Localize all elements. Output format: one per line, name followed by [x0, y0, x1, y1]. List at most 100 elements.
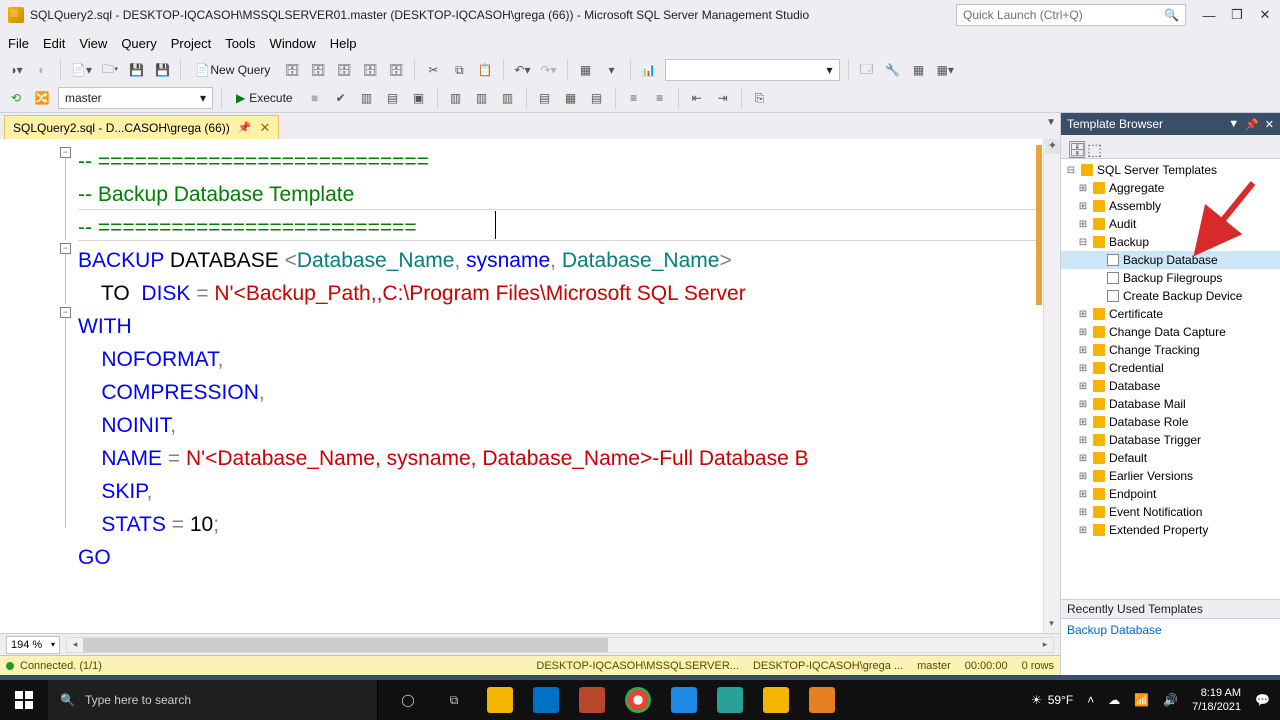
estimated-plan-icon[interactable]: ▥: [357, 87, 377, 109]
panel-pin-icon[interactable]: 📌: [1245, 118, 1259, 131]
quick-launch-input[interactable]: Quick Launch (Ctrl+Q) 🔍: [956, 4, 1186, 26]
menu-tools[interactable]: Tools: [225, 36, 255, 51]
properties-icon[interactable]: ▦: [576, 59, 596, 81]
menu-view[interactable]: View: [79, 36, 107, 51]
template-browser-icon[interactable]: ▦: [909, 59, 929, 81]
fold-toggle[interactable]: −: [60, 147, 71, 158]
onedrive-icon[interactable]: ☁: [1108, 693, 1120, 707]
taskbar-search[interactable]: 🔍 Type here to search: [48, 680, 378, 720]
new-item-button[interactable]: 📄▾: [69, 59, 94, 81]
tree-folder[interactable]: ⊞Database: [1061, 377, 1280, 395]
app-icon[interactable]: [802, 680, 842, 720]
new-query-button[interactable]: 📄 New Query: [189, 59, 276, 81]
redo-button[interactable]: ↷▾: [538, 59, 558, 81]
dmx-query-icon[interactable]: 🗄: [360, 59, 380, 81]
tree-folder[interactable]: ⊞Assembly: [1061, 197, 1280, 215]
query-options-icon[interactable]: ▤: [383, 87, 403, 109]
uncomment-icon[interactable]: ≡: [650, 87, 670, 109]
weather-widget[interactable]: ☀59°F: [1031, 693, 1073, 707]
tree-folder-backup[interactable]: ⊟Backup: [1061, 233, 1280, 251]
minimize-button[interactable]: —: [1202, 8, 1216, 22]
clock[interactable]: 8:19 AM7/18/2021: [1192, 686, 1241, 714]
task-view-icon[interactable]: ◯: [388, 680, 428, 720]
menu-query[interactable]: Query: [121, 36, 156, 51]
menu-edit[interactable]: Edit: [43, 36, 65, 51]
results-to-file-icon[interactable]: ▤: [587, 87, 607, 109]
tree-folder[interactable]: ⊞Change Tracking: [1061, 341, 1280, 359]
paste-button[interactable]: 📋: [475, 59, 495, 81]
tree-folder[interactable]: ⊞Database Trigger: [1061, 431, 1280, 449]
client-stats-icon[interactable]: ▥: [498, 87, 518, 109]
fold-toggle[interactable]: −: [60, 243, 71, 254]
undo-button[interactable]: ↶▾: [512, 59, 532, 81]
panel-menu-icon[interactable]: ▼: [1228, 118, 1239, 130]
intellisense-icon[interactable]: ▣: [409, 87, 429, 109]
database-combo[interactable]: master▾: [58, 87, 213, 109]
tree-item-backup-database[interactable]: Backup Database: [1061, 251, 1280, 269]
tab-close-icon[interactable]: ✕: [259, 120, 270, 136]
increase-indent-icon[interactable]: ⇥: [713, 87, 733, 109]
wifi-icon[interactable]: 📶: [1134, 693, 1149, 707]
code-editor[interactable]: − − − -- =========================== -- …: [0, 139, 1060, 633]
as-query-icon[interactable]: 🗄: [308, 59, 328, 81]
include-actual-plan-icon[interactable]: ▥: [446, 87, 466, 109]
tree-folder[interactable]: ⊞Database Role: [1061, 413, 1280, 431]
parse-button[interactable]: ✔: [331, 87, 351, 109]
open-item-button[interactable]: 🗀▾: [100, 59, 120, 81]
copy-button[interactable]: ⧉: [449, 59, 469, 81]
tree-folder[interactable]: ⊞Database Mail: [1061, 395, 1280, 413]
menu-help[interactable]: Help: [330, 36, 357, 51]
as-templates-icon[interactable]: ⬚: [1087, 140, 1101, 154]
tree-folder[interactable]: ⊞Default: [1061, 449, 1280, 467]
execute-button[interactable]: ▶ Execute: [230, 87, 299, 109]
activity-monitor-icon[interactable]: 📊: [639, 59, 659, 81]
comment-icon[interactable]: ≡: [624, 87, 644, 109]
panel-close-icon[interactable]: ✕: [1265, 118, 1274, 131]
menu-window[interactable]: Window: [270, 36, 316, 51]
object-explorer-icon[interactable]: 🗔: [857, 59, 877, 81]
chrome-icon[interactable]: [618, 680, 658, 720]
close-button[interactable]: ✕: [1258, 8, 1272, 22]
specify-values-icon[interactable]: ⎘: [750, 87, 770, 109]
tree-folder[interactable]: ⊞Credential: [1061, 359, 1280, 377]
nav-back-button[interactable]: ◑▾: [6, 59, 26, 81]
db-templates-icon[interactable]: 🗄: [1067, 140, 1081, 154]
xmla-query-icon[interactable]: 🗄: [386, 59, 406, 81]
tab-sqlquery2[interactable]: SQLQuery2.sql - D...CASOH\grega (66)) 📌 …: [4, 115, 279, 139]
task-view-icon[interactable]: ⧉: [434, 680, 474, 720]
volume-icon[interactable]: 🔊: [1163, 693, 1178, 707]
explorer-icon[interactable]: [480, 680, 520, 720]
pin-icon[interactable]: 📌: [238, 121, 252, 134]
start-button[interactable]: [0, 680, 48, 720]
mdx-query-icon[interactable]: 🗄: [334, 59, 354, 81]
zoom-combo[interactable]: 194 %▾: [6, 636, 60, 654]
tree-folder[interactable]: ⊞Endpoint: [1061, 485, 1280, 503]
tree-folder[interactable]: ⊞Audit: [1061, 215, 1280, 233]
powerpoint-icon[interactable]: [572, 680, 612, 720]
available-db-icon[interactable]: 🔀: [32, 87, 52, 109]
solution-combo[interactable]: ▾: [665, 59, 840, 81]
ssms-taskbar-icon[interactable]: [756, 680, 796, 720]
results-to-grid-icon[interactable]: ▦: [561, 87, 581, 109]
tree-root[interactable]: ⊟SQL Server Templates: [1061, 161, 1280, 179]
registered-servers-icon[interactable]: 🔧: [883, 59, 903, 81]
notifications-icon[interactable]: 💬: [1255, 693, 1270, 707]
tree-folder[interactable]: ⊞Earlier Versions: [1061, 467, 1280, 485]
dropdown-icon[interactable]: ▾: [602, 59, 622, 81]
outlook-icon[interactable]: [526, 680, 566, 720]
tree-item[interactable]: Create Backup Device: [1061, 287, 1280, 305]
fold-toggle[interactable]: −: [60, 307, 71, 318]
results-to-text-icon[interactable]: ▤: [535, 87, 555, 109]
decrease-indent-icon[interactable]: ⇤: [687, 87, 707, 109]
tree-folder[interactable]: ⊞Certificate: [1061, 305, 1280, 323]
save-all-button[interactable]: 💾: [152, 59, 172, 81]
live-stats-icon[interactable]: ▥: [472, 87, 492, 109]
cut-button[interactable]: ✂: [423, 59, 443, 81]
profiler-icon[interactable]: ▦▾: [935, 59, 956, 81]
tree-folder[interactable]: ⊞Event Notification: [1061, 503, 1280, 521]
tree-folder[interactable]: ⊞Change Data Capture: [1061, 323, 1280, 341]
vertical-scrollbar[interactable]: ⌃ ✦ ▾: [1043, 139, 1060, 633]
tab-overflow-icon[interactable]: ▼: [1046, 117, 1056, 128]
template-tree[interactable]: ⊟SQL Server Templates ⊞Aggregate ⊞Assemb…: [1061, 159, 1280, 599]
tree-folder[interactable]: ⊞Aggregate: [1061, 179, 1280, 197]
